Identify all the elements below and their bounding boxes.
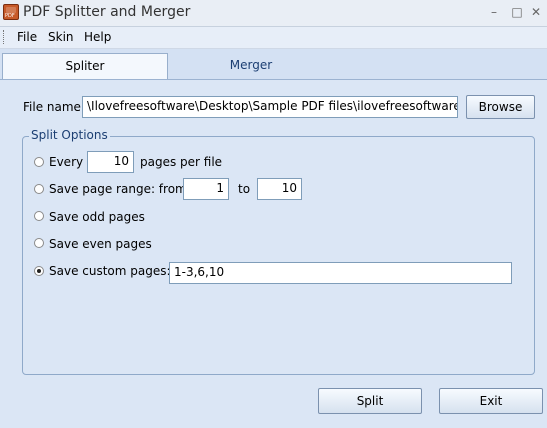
menu-bar: File Skin Help — [0, 27, 547, 49]
radio-even-pages[interactable] — [34, 238, 44, 248]
minimize-button[interactable]: – — [486, 5, 502, 19]
odd-pages-label: Save odd pages — [49, 210, 145, 224]
custom-pages-input[interactable]: 1-3,6,10 — [169, 262, 512, 284]
to-label: to — [238, 182, 251, 196]
tab-merger[interactable]: Merger — [168, 53, 334, 79]
split-button[interactable]: Split — [318, 388, 422, 414]
file-path-input[interactable]: \Ilovefreesoftware\Desktop\Sample PDF fi… — [82, 96, 458, 118]
app-icon — [3, 4, 19, 20]
radio-custom-pages[interactable] — [34, 266, 44, 276]
exit-button[interactable]: Exit — [439, 388, 543, 414]
every-pages-input[interactable]: 10 — [87, 151, 134, 173]
custom-pages-label: Save custom pages: — [49, 264, 171, 278]
radio-every[interactable] — [34, 157, 44, 167]
menu-skin[interactable]: Skin — [48, 30, 74, 44]
radio-odd-pages[interactable] — [34, 211, 44, 221]
window-title: PDF Splitter and Merger — [23, 4, 191, 20]
title-bar: PDF Splitter and Merger – □ ✕ — [0, 0, 547, 27]
menu-grip — [3, 30, 7, 44]
menu-file[interactable]: File — [17, 30, 37, 44]
file-name-label: File name: — [23, 100, 85, 114]
tab-spliter[interactable]: Spliter — [2, 53, 168, 79]
split-options-title: Split Options — [29, 128, 110, 142]
maximize-button[interactable]: □ — [509, 5, 525, 19]
tab-bar: Spliter Merger — [0, 49, 547, 80]
every-label: Every — [49, 155, 84, 169]
menu-help[interactable]: Help — [84, 30, 111, 44]
close-button[interactable]: ✕ — [528, 5, 544, 19]
range-from-input[interactable]: 1 — [183, 178, 229, 200]
pages-per-file-label: pages per file — [140, 155, 223, 169]
even-pages-label: Save even pages — [49, 237, 152, 251]
page-range-label: Save page range: from — [49, 182, 187, 196]
browse-button[interactable]: Browse — [466, 95, 535, 119]
radio-page-range[interactable] — [34, 184, 44, 194]
range-to-input[interactable]: 10 — [257, 178, 302, 200]
